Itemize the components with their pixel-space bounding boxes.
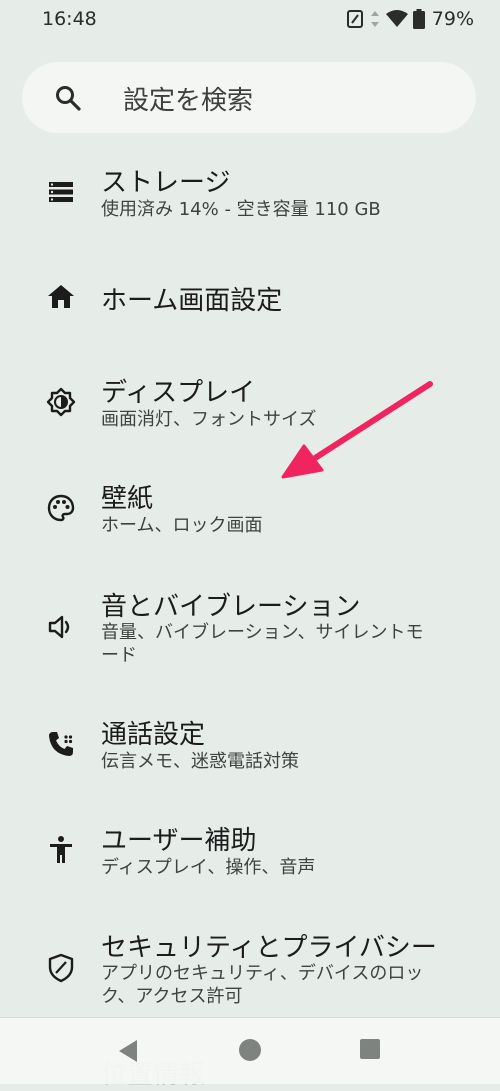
item-title: ストレージ (101, 168, 231, 198)
item-subtitle: 伝言メモ、迷惑電話対策 (101, 751, 299, 772)
item-subtitle: アプリのセキュリティ、デバイスのロック、アクセス許可 (101, 963, 424, 1007)
settings-item-call[interactable]: 通話設定 伝言メモ、迷惑電話対策 (0, 702, 500, 797)
item-title: 壁紙 (101, 484, 154, 514)
settings-item-sound-vibration[interactable]: 音とバイブレーション 音量、バイブレーション、サイレントモード (0, 572, 500, 692)
item-subtitle: 画面消灯、フォントサイズ (101, 409, 317, 430)
home-button[interactable] (238, 1038, 262, 1062)
battery-percent: 79% (431, 8, 474, 30)
settings-item-home-screen[interactable]: ホーム画面設定 (0, 260, 500, 340)
accessibility-icon (50, 836, 72, 863)
storage-icon (49, 182, 73, 202)
item-subtitle: ホーム、ロック画面 (101, 515, 263, 536)
status-time: 16:48 (42, 8, 97, 30)
item-subtitle: 使用済み 14% - 空き容量 110 GB (101, 199, 381, 220)
search-placeholder: 設定を検索 (123, 86, 254, 116)
item-subtitle: 音量、バイブレーション、サイレントモード (101, 622, 424, 666)
settings-item-accessibility[interactable]: ユーザー補助 ディスプレイ、操作、音声 (0, 808, 500, 903)
navigation-bar (0, 1017, 500, 1084)
settings-item-security-privacy[interactable]: セキュリティとプライバシー アプリのセキュリティ、デバイスのロック、アクセス許可 (0, 915, 500, 1015)
battery-icon (412, 9, 425, 29)
status-icons: 79% (346, 8, 474, 30)
recents-button[interactable] (359, 1038, 381, 1060)
settings-item-display[interactable]: ディスプレイ 画面消灯、フォントサイズ (0, 360, 500, 455)
brightness-icon (46, 387, 76, 417)
phone-icon (49, 732, 73, 756)
shield-icon (48, 953, 74, 983)
settings-item-storage[interactable]: ストレージ 使用済み 14% - 空き容量 110 GB (0, 150, 500, 245)
item-subtitle: ディスプレイ、操作、音声 (101, 857, 316, 878)
item-title: セキュリティとプライバシー (101, 933, 437, 963)
item-title: ディスプレイ (101, 378, 256, 408)
item-title: ユーザー補助 (101, 826, 257, 856)
search-icon (56, 86, 81, 111)
item-title: ホーム画面設定 (101, 286, 283, 316)
volume-icon (48, 615, 70, 639)
back-button[interactable] (115, 1038, 141, 1064)
data-arrows-icon (370, 11, 379, 27)
item-title: 通話設定 (101, 720, 206, 750)
palette-icon (47, 494, 75, 522)
home-icon (48, 285, 74, 308)
nfc-icon (346, 10, 363, 28)
wifi-icon (385, 10, 408, 27)
item-title: 音とバイブレーション (101, 592, 361, 622)
settings-item-wallpaper[interactable]: 壁紙 ホーム、ロック画面 (0, 466, 500, 561)
search-bar[interactable]: 設定を検索 (22, 62, 476, 133)
status-bar: 16:48 79% (0, 0, 500, 40)
